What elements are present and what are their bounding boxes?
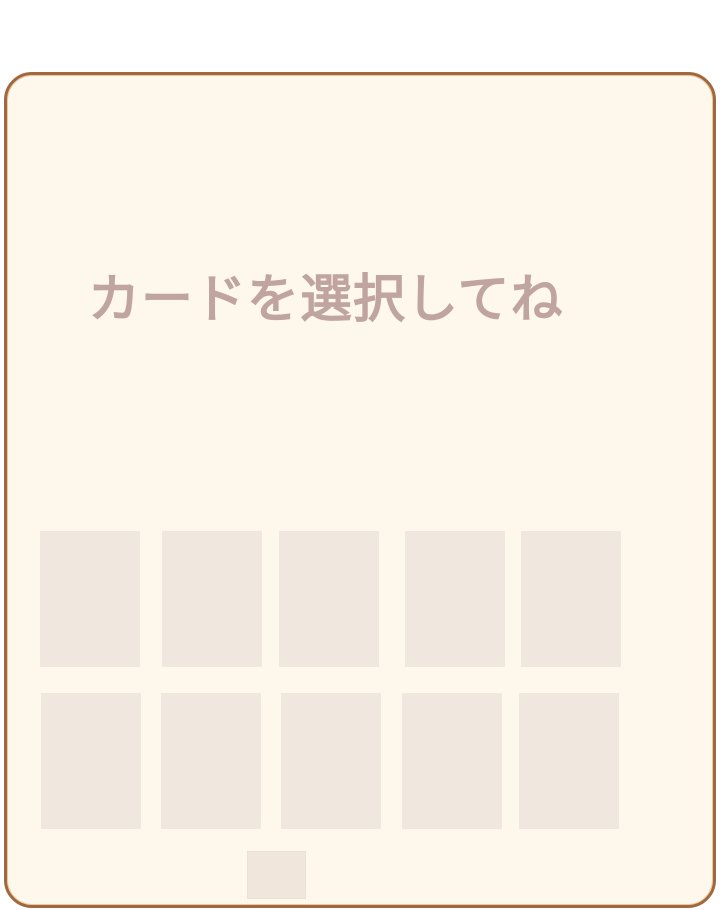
- card-slot-8[interactable]: [281, 693, 381, 829]
- card-slot-5[interactable]: [521, 531, 621, 667]
- game-screen: カードを選択してね: [0, 0, 720, 910]
- card-slot-9[interactable]: [402, 693, 502, 829]
- card-slot-4[interactable]: [405, 531, 505, 667]
- card-slot-3[interactable]: [279, 531, 379, 667]
- select-card-prompt: カードを選択してね: [88, 270, 564, 330]
- card-slot-7[interactable]: [161, 693, 261, 829]
- card-slot-1[interactable]: [40, 531, 140, 667]
- bottom-tile-button[interactable]: [247, 851, 306, 899]
- card-slot-10[interactable]: [519, 693, 619, 829]
- card-slot-2[interactable]: [162, 531, 262, 667]
- card-slot-6[interactable]: [41, 693, 141, 829]
